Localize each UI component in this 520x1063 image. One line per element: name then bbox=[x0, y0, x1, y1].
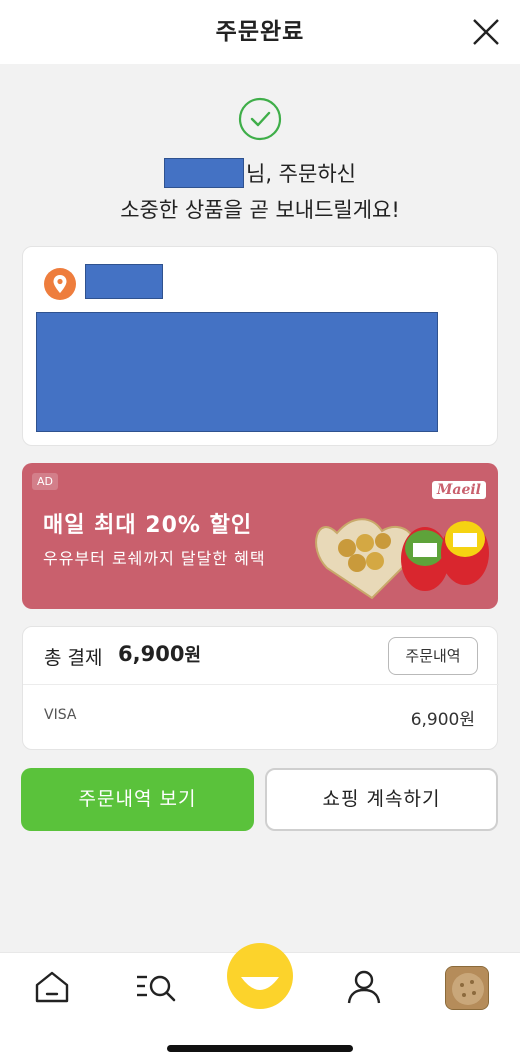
tab-home[interactable] bbox=[32, 967, 72, 1007]
view-orders-button[interactable]: 주문내역 보기 bbox=[21, 768, 254, 831]
redacted-name bbox=[164, 158, 245, 188]
tab-my-page[interactable] bbox=[344, 967, 384, 1007]
ad-badge: AD bbox=[32, 473, 58, 490]
payment-total-label: 총 결제 bbox=[44, 647, 103, 669]
ad-subtitle: 우유부터 로쉐까지 달달한 혜택 bbox=[43, 549, 266, 568]
home-icon bbox=[35, 971, 69, 1003]
confirmation-line-2: 소중한 상품을 곧 보내드릴게요! bbox=[120, 198, 400, 222]
close-icon bbox=[473, 19, 499, 45]
close-button[interactable] bbox=[468, 14, 504, 50]
page-title: 주문완료 bbox=[215, 19, 305, 45]
confirmation-line-1-text: 님, 주문하신 bbox=[246, 162, 356, 186]
payment-total-amount: 6,900원 bbox=[118, 641, 201, 667]
ad-title: 매일 최대 20% 할인 bbox=[43, 513, 253, 538]
tab-search[interactable] bbox=[135, 967, 176, 1007]
location-pin-icon bbox=[44, 268, 76, 300]
ad-product-image bbox=[315, 518, 489, 600]
confirmation-line-1: 님, 주문하신 bbox=[0, 158, 520, 190]
payment-total-row: 총 결제 6,900원 주문내역 bbox=[23, 627, 499, 685]
continue-shopping-button[interactable]: 쇼핑 계속하기 bbox=[265, 768, 498, 831]
search-list-icon bbox=[137, 975, 176, 1002]
home-indicator bbox=[167, 1045, 353, 1052]
redacted-recipient bbox=[85, 264, 163, 299]
recent-product-thumbnail[interactable] bbox=[445, 966, 489, 1010]
recent-product-image bbox=[446, 967, 488, 1009]
payment-total-unit: 원 bbox=[184, 645, 201, 666]
payment-summary-card: 총 결제 6,900원 주문내역 VISA 6,900원 bbox=[22, 626, 499, 750]
redacted-address bbox=[36, 312, 438, 432]
order-history-chip[interactable]: 주문내역 bbox=[388, 637, 478, 675]
ad-banner[interactable]: AD 매일 최대 20% 할인 우유부터 로쉐까지 달달한 혜택 Maeil bbox=[22, 463, 498, 609]
delivery-address-card bbox=[22, 246, 498, 446]
top-header: 주문완료 bbox=[0, 0, 520, 64]
smile-icon bbox=[241, 977, 279, 990]
payment-method: VISA bbox=[44, 707, 77, 723]
tab-center-smile[interactable] bbox=[227, 943, 293, 1009]
payment-method-amount: 6,900원 bbox=[410, 710, 475, 730]
user-icon bbox=[347, 970, 381, 1004]
payment-total-value: 6,900 bbox=[118, 642, 185, 666]
check-circle-icon bbox=[238, 97, 282, 141]
